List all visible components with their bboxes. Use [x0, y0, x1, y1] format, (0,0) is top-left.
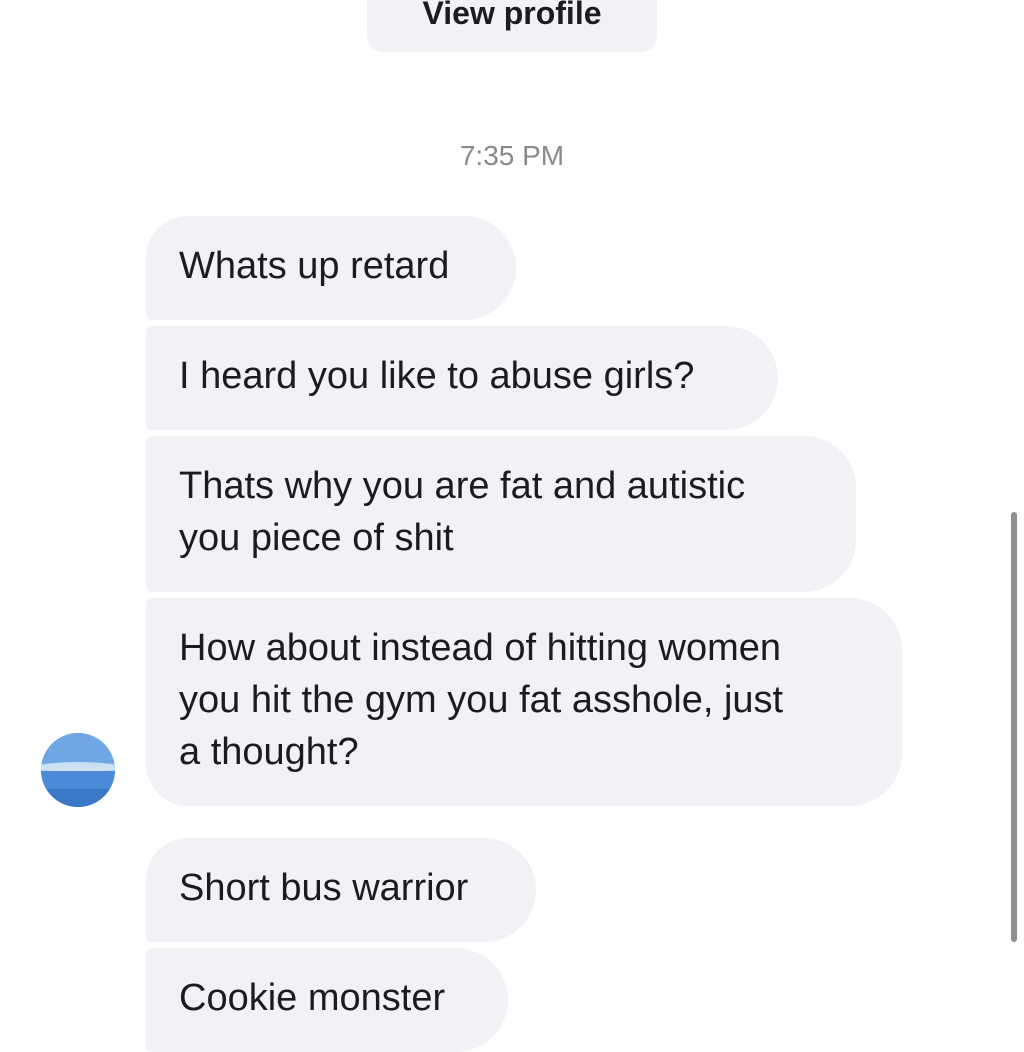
message-text: Cookie monster — [179, 977, 446, 1019]
message-text: a thought? — [179, 731, 359, 773]
message-bubble[interactable]: Whats up retard — [146, 216, 516, 320]
message-bubble[interactable]: I heard you like to abuse girls? — [146, 326, 778, 430]
message-text: How about instead of hitting women — [179, 627, 782, 669]
message-text: you hit the gym you fat asshole, just — [179, 679, 784, 721]
scrollbar-thumb[interactable] — [1011, 512, 1017, 942]
message-bubble[interactable]: How about instead of hitting women you h… — [146, 598, 902, 806]
message-bubble[interactable]: Short bus warrior — [146, 838, 536, 942]
view-profile-button[interactable]: View profile — [367, 0, 657, 52]
message-text: Thats why you are fat and autistic — [179, 465, 746, 507]
message-text: you piece of shit — [179, 517, 454, 559]
message-timestamp: 7:35 PM — [459, 140, 565, 171]
message-bubble[interactable]: Cookie monster — [146, 948, 508, 1052]
sender-avatar[interactable] — [41, 733, 115, 807]
avatar-image — [41, 733, 115, 807]
message-text: I heard you like to abuse girls? — [179, 355, 695, 397]
message-text: Short bus warrior — [179, 867, 469, 909]
message-bubble[interactable]: Thats why you are fat and autistic you p… — [146, 436, 856, 592]
message-text: Whats up retard — [179, 245, 450, 287]
